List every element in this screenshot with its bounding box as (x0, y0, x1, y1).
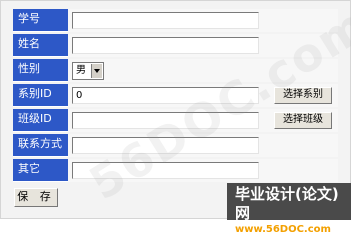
student-form: 学号 姓名 性别 男 系别ID 0 选择系别 班级ID 选择班级 联系方式 其它… (0, 0, 351, 235)
form-row-contact: 联系方式 (13, 134, 338, 157)
form-row-department-id: 系别ID 0 选择系别 (13, 84, 338, 107)
save-button[interactable]: 保 存 (14, 188, 58, 207)
form-row-other: 其它 (13, 159, 338, 182)
form-row-student-id: 学号 (13, 9, 338, 32)
student-id-input[interactable] (72, 12, 259, 29)
gender-value: 男 (76, 65, 86, 76)
contact-input[interactable] (72, 137, 259, 154)
name-input[interactable] (72, 37, 259, 54)
select-class-button[interactable]: 选择班级 (274, 112, 332, 129)
label-class-id: 班级ID (13, 109, 68, 132)
label-name: 姓名 (13, 34, 68, 57)
form-row-class-id: 班级ID 选择班级 (13, 109, 338, 132)
brand-badge: 毕业设计(论文)网 www.56DOC.com (227, 183, 351, 235)
chevron-down-icon[interactable] (91, 64, 102, 78)
form-row-name: 姓名 (13, 34, 338, 57)
label-other: 其它 (13, 159, 68, 182)
class-id-input[interactable] (72, 112, 259, 129)
label-department-id: 系别ID (13, 84, 68, 107)
label-gender: 性别 (13, 59, 68, 82)
brand-url: www.56DOC.com (235, 224, 331, 235)
gender-select[interactable]: 男 (72, 62, 104, 80)
department-id-input[interactable]: 0 (72, 87, 259, 104)
label-student-id: 学号 (13, 9, 68, 32)
select-department-button[interactable]: 选择系别 (274, 87, 332, 104)
form-row-gender: 性别 男 (13, 59, 338, 82)
other-input[interactable] (72, 162, 259, 179)
label-contact: 联系方式 (13, 134, 68, 157)
brand-title: 毕业设计(论文)网 (235, 185, 339, 222)
